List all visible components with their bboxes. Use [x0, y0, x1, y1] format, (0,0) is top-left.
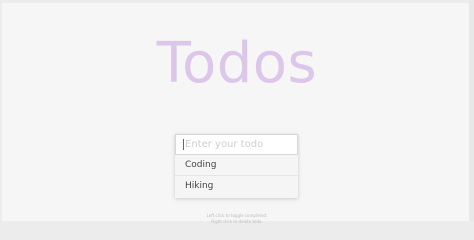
todo-item-coding[interactable]: Coding — [175, 155, 298, 176]
todo-card: Coding Hiking — [175, 134, 298, 198]
page-background: Todos Coding Hiking Left click to toggle… — [2, 3, 469, 224]
text-caret — [183, 139, 184, 150]
todo-list: Coding Hiking — [175, 155, 298, 197]
todo-item-hiking[interactable]: Hiking — [175, 176, 298, 197]
hint-delete: Right click to delete todo. — [211, 219, 263, 224]
todo-input[interactable] — [175, 134, 298, 155]
window-edge — [469, 0, 474, 221]
hint-toggle: Left click to toggle completed. — [206, 213, 268, 218]
app-title: Todos — [156, 31, 318, 96]
